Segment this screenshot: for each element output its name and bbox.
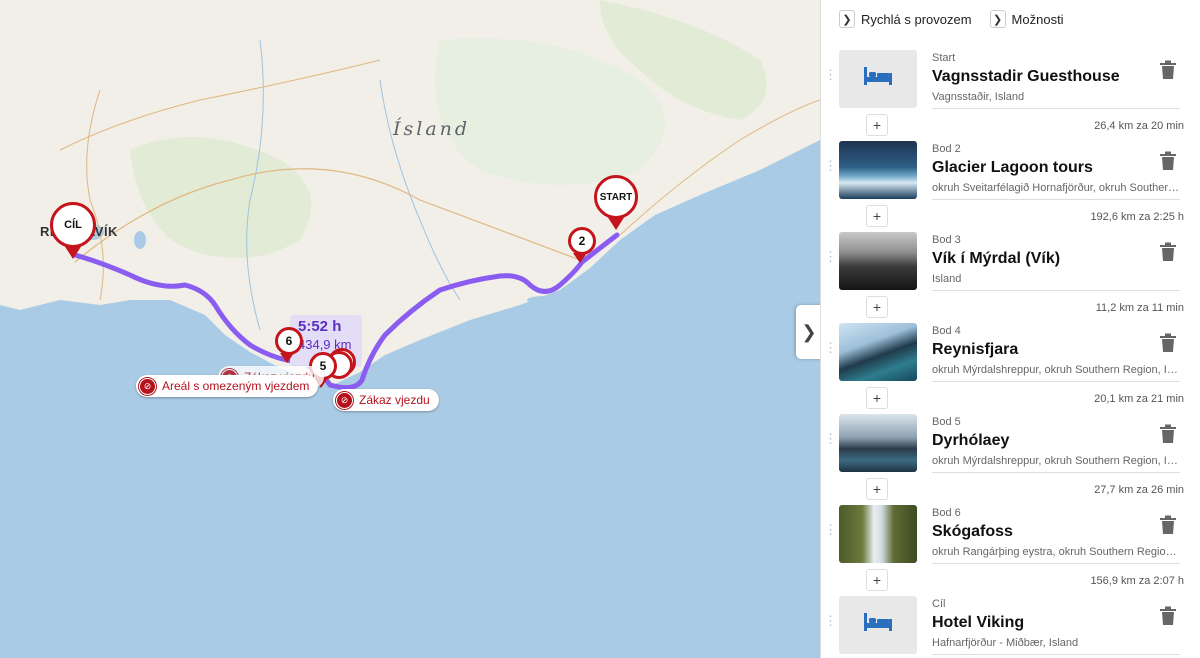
- drag-handle-icon[interactable]: ⋮⋮: [824, 159, 851, 179]
- segment-info: 26,4 km za 20 min: [1094, 120, 1184, 132]
- chevron-right-icon: ❯: [801, 321, 817, 342]
- route-toolbar: ❯ Rychlá s provozem ❯ Možnosti: [821, 0, 1200, 38]
- add-stop-button[interactable]: +: [866, 569, 888, 591]
- lake: [134, 231, 146, 249]
- add-stop-button[interactable]: +: [866, 114, 888, 136]
- stop-kind: Start: [932, 52, 956, 64]
- add-stop-button[interactable]: +: [866, 387, 888, 409]
- add-stop-button[interactable]: +: [866, 205, 888, 227]
- stop-item[interactable]: ⋮⋮ Bod 3 Vík í Mýrdal (Vík) Island: [821, 232, 1200, 306]
- stop-address: Hafnarfjörður - Miðbær, Island: [932, 637, 1180, 655]
- drag-handle-icon[interactable]: ⋮⋮: [824, 614, 851, 634]
- map-view[interactable]: Ísland REYKJAVÍK CÍL START 2 5:52 h 434,…: [0, 0, 820, 658]
- no-vehicle-icon: ⊘: [139, 377, 156, 395]
- stop-name[interactable]: Skógafoss: [932, 523, 1013, 541]
- country-label: Ísland: [393, 118, 471, 140]
- add-stop-button[interactable]: +: [866, 296, 888, 318]
- stop-item[interactable]: ⋮⋮ Start Vagnsstadir Guesthouse Vagnsstaðir…: [821, 50, 1200, 124]
- trash-icon[interactable]: [1159, 242, 1179, 264]
- stop-item[interactable]: ⋮⋮ Bod 4 Reynisfjara okruh Mýrdalshreppur, …: [821, 323, 1200, 397]
- stop-kind: Bod 4: [932, 325, 961, 337]
- segment-info: 156,9 km za 2:07 h: [1090, 575, 1184, 587]
- stop-kind: Bod 2: [932, 143, 961, 155]
- route-time: 5:52 h: [298, 318, 342, 335]
- stop-kind: Bod 3: [932, 234, 961, 246]
- route-panel: ❯ Rychlá s provozem ❯ Možnosti ⋮⋮ Start Va…: [820, 0, 1200, 658]
- add-stop-button[interactable]: +: [866, 478, 888, 500]
- stop-address: Vagnsstaðir, Island: [932, 91, 1180, 109]
- route-type-selector[interactable]: ❯ Rychlá s provozem: [839, 10, 972, 28]
- bed-icon: [863, 65, 893, 94]
- stop-name[interactable]: Glacier Lagoon tours: [932, 159, 1093, 177]
- panel-toggle-button[interactable]: ❯: [796, 305, 822, 359]
- options-selector[interactable]: ❯ Možnosti: [989, 10, 1064, 28]
- trash-icon[interactable]: [1159, 424, 1179, 446]
- stop-name[interactable]: Vagnsstadir Guesthouse: [932, 68, 1120, 86]
- stop-item[interactable]: ⋮⋮ Bod 6 Skógafoss okruh Rangárþing eystra,…: [821, 505, 1200, 579]
- stop-name[interactable]: Reynisfjara: [932, 341, 1018, 359]
- drag-handle-icon[interactable]: ⋮⋮: [824, 68, 851, 88]
- stop-item[interactable]: ⋮⋮ Bod 2 Glacier Lagoon tours okruh Sveitar…: [821, 141, 1200, 215]
- stop-address: Island: [932, 273, 1180, 291]
- lagoon: [527, 296, 563, 304]
- drag-handle-icon[interactable]: ⋮⋮: [824, 250, 851, 270]
- drag-handle-icon[interactable]: ⋮⋮: [824, 341, 851, 361]
- options-label: Možnosti: [1011, 11, 1064, 27]
- stop-photo: [839, 323, 917, 381]
- chevron-right-icon: ❯: [989, 10, 1006, 28]
- drag-handle-icon[interactable]: ⋮⋮: [824, 432, 851, 452]
- stop-photo: [839, 505, 917, 563]
- marker-tip: [64, 245, 82, 259]
- segment-info: 20,1 km za 21 min: [1094, 393, 1184, 405]
- restriction-zone-label[interactable]: ⊘ Areál s omezeným vjezdem: [136, 375, 319, 397]
- stop-photo: [839, 414, 917, 472]
- stop-photo: [839, 232, 917, 290]
- restriction-zone-label[interactable]: ⊘ Zákaz vjezdu: [333, 389, 439, 411]
- stop-name[interactable]: Dyrhólaey: [932, 432, 1009, 450]
- accommodation-thumbnail: [839, 596, 917, 654]
- trash-icon[interactable]: [1159, 151, 1179, 173]
- stop-photo: [839, 141, 917, 199]
- stop-kind: Bod 5: [932, 416, 961, 428]
- segment-info: 27,7 km za 26 min: [1094, 484, 1184, 496]
- trash-icon[interactable]: [1159, 60, 1179, 82]
- map-canvas[interactable]: [0, 0, 820, 658]
- stop-item[interactable]: ⋮⋮ Bod 5 Dyrhólaey okruh Mýrdalshreppur, ok…: [821, 414, 1200, 488]
- trash-icon[interactable]: [1159, 333, 1179, 355]
- stop-address: okruh Mýrdalshreppur, okruh Southern Reg…: [932, 455, 1180, 473]
- stop-name[interactable]: Vík í Mýrdal (Vík): [932, 250, 1060, 268]
- stop-kind: Cíl: [932, 598, 946, 610]
- accommodation-thumbnail: [839, 50, 917, 108]
- stop-address: okruh Sveitarfélagið Hornafjörður, okruh…: [932, 182, 1180, 200]
- stop-kind: Bod 6: [932, 507, 961, 519]
- chevron-right-icon: ❯: [839, 10, 855, 28]
- marker-tip: [280, 353, 294, 363]
- segment-info: 192,6 km za 2:25 h: [1090, 211, 1184, 223]
- marker-tip: [573, 253, 587, 263]
- drag-handle-icon[interactable]: ⋮⋮: [824, 523, 851, 543]
- stop-item[interactable]: ⋮⋮ Cíl Hotel Viking Hafnarfjörður - Miðbær,…: [821, 596, 1200, 658]
- trash-icon[interactable]: [1159, 606, 1179, 628]
- trash-icon[interactable]: [1159, 515, 1179, 537]
- stop-name[interactable]: Hotel Viking: [932, 614, 1024, 632]
- stop-address: okruh Mýrdalshreppur, okruh Southern Reg…: [932, 364, 1180, 382]
- marker-tip: [607, 216, 625, 230]
- route-type-label: Rychlá s provozem: [861, 11, 972, 27]
- stop-address: okruh Rangárþing eystra, okruh Southern …: [932, 546, 1180, 564]
- segment-info: 11,2 km za 11 min: [1095, 302, 1184, 314]
- bed-icon: [863, 611, 893, 640]
- no-vehicle-icon: ⊘: [336, 391, 353, 409]
